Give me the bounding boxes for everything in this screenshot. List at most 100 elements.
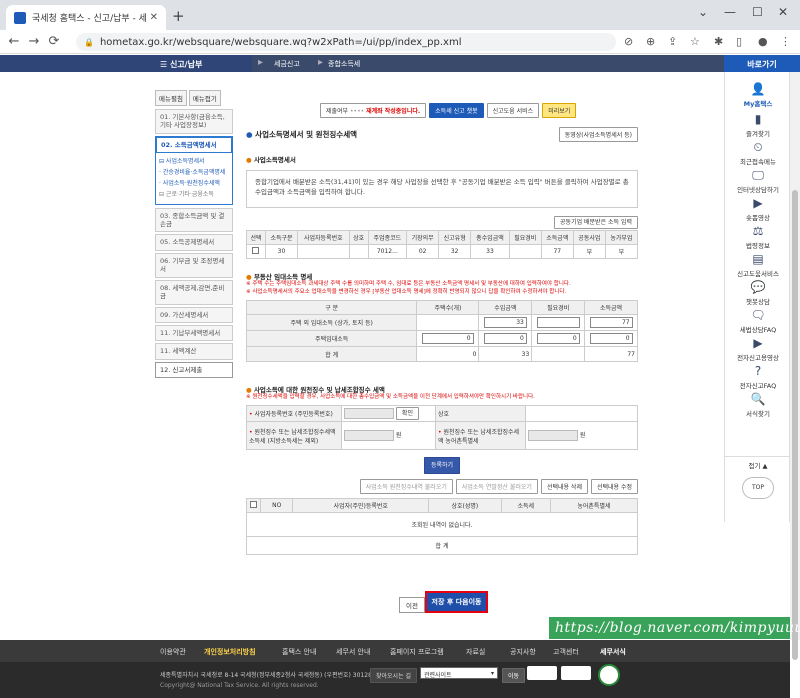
extensions-icon[interactable]: ✱: [714, 35, 723, 48]
table-header: 농어촌특별세: [549, 498, 639, 514]
sub-business-income[interactable]: ⊟ 사업소득명세서: [159, 158, 229, 166]
step-03[interactable]: 03. 종합소득금액 및 결손금: [155, 207, 233, 233]
share-icon[interactable]: ⇪: [668, 35, 677, 48]
footer-forms[interactable]: 세무서식: [600, 647, 626, 657]
step-02[interactable]: 02. 소득금액명세서: [155, 135, 233, 155]
bookmark-star-icon[interactable]: ☆: [690, 35, 700, 48]
forward-icon[interactable]: →: [24, 34, 44, 49]
amount-input[interactable]: 77: [589, 317, 633, 329]
chevron-right-icon: ▸: [258, 57, 264, 68]
page-scrollbar[interactable]: [790, 72, 800, 660]
menu-expand-tab[interactable]: 메뉴펼침: [155, 90, 187, 106]
step-08[interactable]: 08. 세액공제,감면,준비금: [155, 279, 233, 305]
browser-tab[interactable]: 국세청 홈택스 - 신고/납부 - 세 ✕: [6, 5, 166, 30]
load-withholding-button[interactable]: 사업소득 원천징수내역 불러오기: [359, 479, 453, 495]
play-icon: ▶: [753, 336, 763, 350]
footer-office[interactable]: 세무서 안내: [336, 647, 370, 657]
sub-expense-ratio[interactable]: · 간승경비율·소득금액명세: [159, 169, 229, 177]
amount-input[interactable]: 0: [589, 333, 633, 345]
special-tax-input[interactable]: [528, 430, 578, 442]
quick-video[interactable]: ▶ 전자신고용영상: [725, 336, 791, 362]
video-guide-button[interactable]: 동영상(사업소득명세서 등): [558, 127, 638, 142]
amount-input[interactable]: [536, 317, 580, 329]
footer-terms[interactable]: 이용약관: [160, 647, 186, 657]
chevron-down-icon[interactable]: ⌄: [698, 5, 708, 19]
bizno-input[interactable]: [344, 408, 394, 420]
amount-input[interactable]: 0: [536, 333, 580, 345]
quick-consult[interactable]: 🖵 인터넷상담하기: [725, 168, 791, 194]
quick-efaq[interactable]: ? 전자신고FAQ: [725, 364, 791, 390]
quick-faq[interactable]: 🗨 세법상담FAQ: [725, 308, 791, 334]
quick-myhometax[interactable]: 👤 My홈택스: [725, 82, 791, 108]
withholding-tax-input[interactable]: [344, 430, 394, 442]
quick-fold[interactable]: 접기 ▲: [725, 456, 791, 470]
quick-shortform[interactable]: ▶ 숏폼영상: [725, 196, 791, 222]
table-cell: [416, 314, 480, 332]
amount-input[interactable]: 0: [422, 333, 474, 345]
quick-form-search[interactable]: 🔍 서식찾기: [725, 392, 791, 418]
blog-watermark: https://blog.naver.com/kimpyuuuu: [549, 617, 800, 639]
chatbot-button[interactable]: 소득세 신고 챗봇: [429, 102, 484, 118]
bizno-check-button[interactable]: 확인: [395, 407, 419, 421]
quick-recent[interactable]: ⏲ 최근접속메뉴: [725, 140, 791, 166]
step-09[interactable]: 09. 가산세명세서: [155, 306, 233, 323]
amount-input[interactable]: 0: [483, 333, 527, 345]
delete-selected-button[interactable]: 선택내용 삭제: [540, 479, 588, 495]
footer-guide[interactable]: 홈택스 안내: [282, 647, 316, 657]
step-12[interactable]: 12. 신고서제출: [155, 361, 233, 379]
step-05[interactable]: 05. 소득공제명세서: [155, 234, 233, 251]
save-next-button[interactable]: 저장 후 다음이동: [425, 591, 488, 613]
name-label: 상호: [435, 405, 526, 423]
back-icon[interactable]: ←: [4, 34, 24, 49]
zoom-icon[interactable]: ⊕: [646, 35, 655, 48]
step-11b[interactable]: 11. 세액계산: [155, 343, 233, 360]
new-tab-icon[interactable]: +: [172, 7, 185, 25]
close-window-icon[interactable]: ✕: [778, 5, 788, 19]
step-01[interactable]: 01. 기본사항(금융소득, 기타 사업장정보): [155, 109, 233, 134]
menu-collapse-tab[interactable]: 메뉴접기: [188, 90, 221, 106]
amount-input[interactable]: 33: [483, 317, 527, 329]
minimize-icon[interactable]: —: [724, 5, 736, 19]
step-06[interactable]: 06. 기부금 및 조정명세서: [155, 252, 233, 278]
url-input[interactable]: 🔒 hometax.go.kr/websquare/websquare.wq?w…: [76, 33, 616, 51]
load-year-end-button[interactable]: 사업소득 연말정산 불러오기: [455, 479, 538, 495]
footer-support[interactable]: 고객센터: [553, 647, 579, 657]
sub-other-income[interactable]: ⊟ 근로·기타·금융소득: [159, 191, 229, 199]
edit-selected-button[interactable]: 선택내용 수정: [590, 479, 638, 495]
maximize-icon[interactable]: ☐: [752, 5, 763, 19]
directions-button[interactable]: 찾아오시는 길: [370, 668, 418, 683]
prev-button[interactable]: 이전: [399, 597, 425, 613]
menu-signup-pay[interactable]: ☰ 신고/납부: [0, 55, 252, 72]
step-11a[interactable]: 11. 기납부세액명세서: [155, 325, 233, 342]
help-service-button[interactable]: 신고도움 서비스: [486, 102, 540, 118]
row-label: 주택임대소득: [245, 330, 418, 348]
row-label: 주택 외 임대소득 (상가, 토지 등): [245, 314, 418, 332]
quick-chatbot[interactable]: 💬 챗봇상담: [725, 280, 791, 306]
quick-law[interactable]: ⚖ 법령정보: [725, 224, 791, 250]
register-button[interactable]: 등록하기: [423, 457, 461, 475]
scroll-top-button[interactable]: TOP: [742, 477, 774, 499]
preview-button[interactable]: 미리보기: [542, 102, 577, 118]
footer-program[interactable]: 홈페이지 프로그램: [390, 647, 444, 657]
footer-privacy[interactable]: 개인정보처리방침: [204, 647, 256, 657]
close-tab-icon[interactable]: ✕: [150, 12, 158, 23]
footer-notice[interactable]: 공지사항: [510, 647, 536, 657]
sub-withholding[interactable]: · 사업소득·원천징수세액: [159, 180, 229, 188]
quick-help-service[interactable]: ▤ 신고도움서비스: [725, 252, 791, 278]
partner-income-button[interactable]: 공동기업 배분받은 소득 입력: [554, 216, 638, 229]
more-menu-icon[interactable]: ⋮: [780, 35, 791, 48]
table-header: 상호(성명): [428, 498, 502, 514]
reload-icon[interactable]: ⟳: [44, 34, 64, 49]
related-sites-select[interactable]: 관련사이트 ▾: [420, 667, 498, 679]
profile-icon[interactable]: ●: [758, 35, 768, 48]
go-button[interactable]: 이동: [502, 668, 526, 683]
breadcrumb-income-tax[interactable]: 종합소득세: [328, 59, 360, 69]
sidepanel-icon[interactable]: ▯: [736, 35, 742, 48]
quick-favorites[interactable]: ▮ 즐겨찾기: [725, 112, 791, 138]
select-all-checkbox[interactable]: [250, 501, 257, 509]
camera-icon[interactable]: ⊘: [624, 35, 633, 48]
breadcrumb-tax-report[interactable]: 세금신고: [274, 59, 300, 69]
scrollbar-thumb[interactable]: [792, 190, 798, 660]
row-checkbox[interactable]: [252, 247, 260, 254]
footer-archive[interactable]: 자료실: [466, 647, 485, 657]
